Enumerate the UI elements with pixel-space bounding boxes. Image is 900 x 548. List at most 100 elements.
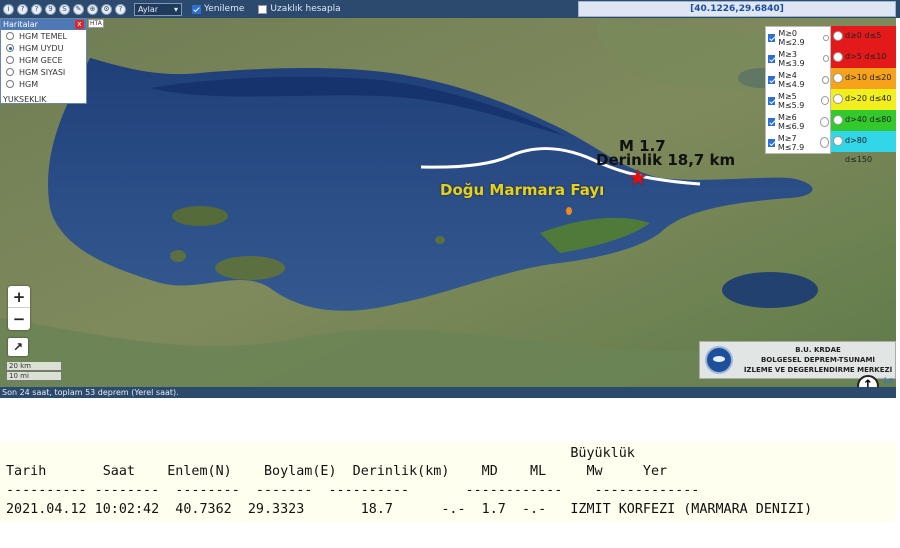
period-select[interactable]: Aylar ▾	[134, 2, 182, 16]
layers-tag: HTA	[88, 19, 104, 28]
magnitude-filter-checkbox[interactable]	[768, 96, 776, 105]
help-icon[interactable]: ?	[115, 3, 126, 15]
info-icon[interactable]: i	[3, 3, 14, 15]
distance-calc-checkbox[interactable]	[258, 4, 268, 14]
magnitude-filter-label: M≥0 M≤2.9	[778, 28, 805, 47]
magnitude-filter-checkbox[interactable]	[768, 75, 776, 84]
quake-depth-label: Derinlik 18,7 km	[596, 151, 736, 169]
map-scale: 20 km 10 mi	[6, 362, 62, 382]
magnitude-filter-row[interactable]: M≥6 M≤6.9	[766, 111, 830, 132]
magnitude-circle-icon	[820, 116, 829, 127]
depth-legend-row: d>10 d≤20	[831, 68, 896, 89]
magnitude-filter-row[interactable]: M≥3 M≤3.9	[766, 48, 830, 69]
close-icon[interactable]: x	[75, 20, 84, 29]
depth-circle-icon	[833, 136, 843, 146]
layer-option[interactable]: HGM UYDU	[1, 42, 86, 54]
help-icon[interactable]: ?	[17, 3, 28, 15]
layer-option-label: HGM SIYASI	[19, 67, 66, 77]
top-toolbar: i?? 9 S ✎ ⊕ ⚙? Aylar ▾ Yenileme Uzaklık hesap…	[0, 0, 900, 18]
layer-radio[interactable]	[6, 32, 14, 40]
magnitude-filter-row[interactable]: M≥0 M≤2.9	[766, 27, 830, 48]
layer-option[interactable]: HGM	[1, 78, 86, 90]
layers-panel-title: Haritalar	[3, 20, 38, 29]
table-row[interactable]: 2021.04.12 10:02:42 40.7362 29.3323 18.7…	[6, 501, 812, 519]
depth-circle-icon	[833, 94, 843, 104]
map-layers-panel: Haritalar x HTA HGM TEMEL HGM UYDU HGM GEC…	[0, 18, 104, 104]
layer-option-label: HGM UYDU	[19, 43, 64, 53]
depth-legend-row: d>80 d≤150	[831, 131, 896, 164]
depth-legend-label: d>40 d≤80	[845, 115, 892, 124]
globe-icon[interactable]: ⊕	[87, 3, 98, 15]
depth-circle-icon	[833, 31, 843, 41]
depth-legend: d≥0 d≤5 d>5 d≤10 d>10 d≤20 d>20 d≤40 d>40 d≤…	[831, 26, 896, 164]
layer-option[interactable]: HGM SIYASI	[1, 66, 86, 78]
table-separator-row: ---------- -------- -------- ------- ---…	[6, 483, 700, 498]
zoom-out-button[interactable]: −	[8, 308, 30, 330]
distance-calc-toggle[interactable]: Uzaklık hesapla	[258, 4, 341, 14]
layer-option-label: HGM GECE	[19, 55, 63, 65]
magnitude-filter-checkbox[interactable]	[768, 54, 776, 63]
map-canvas[interactable]: Haritalar x HTA HGM TEMEL HGM UYDU HGM GEC…	[0, 18, 896, 397]
magnitude-filter-row[interactable]: M≥7 M≤7.9	[766, 132, 830, 153]
layer-list: HGM TEMEL HGM UYDU HGM GECE HGM SIYASI HGM	[1, 30, 86, 90]
earthquake-table: Büyüklük Tarih Saat Enlem(N) Boylam(E) D…	[0, 442, 896, 522]
magnitude-filter-checkbox[interactable]	[768, 33, 776, 42]
layer-option-label: HGM	[19, 79, 39, 89]
layer-radio[interactable]	[6, 56, 14, 64]
auto-refresh-toggle[interactable]: Yenileme	[192, 4, 244, 14]
magnitude-circle-icon	[819, 137, 829, 148]
depth-legend-label: d>20 d≤40	[845, 94, 892, 103]
magnitude-circle-icon	[823, 34, 829, 41]
org-line-1: B.Ü. KRDAE	[795, 346, 841, 354]
layer-radio[interactable]	[6, 68, 14, 76]
magnitude-filter-label: M≥7 M≤7.9	[777, 133, 805, 152]
magnitude-filter-row[interactable]: M≥5 M≤5.9	[766, 90, 830, 111]
settings-icon[interactable]: ⚙	[101, 3, 112, 15]
zoom-in-button[interactable]: +	[8, 286, 30, 308]
earthquake-star-icon[interactable]: ★	[628, 168, 648, 190]
scale-mi: 10 mi	[6, 372, 62, 381]
map-icon[interactable]: ✎	[73, 3, 84, 15]
help-icon[interactable]: ?	[31, 3, 42, 15]
layer-radio[interactable]	[6, 44, 14, 52]
layer-option-label: HGM TEMEL	[19, 31, 68, 41]
magnitude-circle-icon	[822, 55, 829, 62]
attribution-link[interactable]: Le	[884, 376, 893, 385]
depth-circle-icon	[833, 73, 843, 83]
earthquake-map-app: i?? 9 S ✎ ⊕ ⚙? Aylar ▾ Yenileme Uzaklık hesap…	[0, 0, 900, 548]
magnitude-filter-label: M≥4 M≤4.9	[778, 70, 805, 89]
magnitude-filter-checkbox[interactable]	[768, 117, 775, 126]
depth-legend-label: d>10 d≤20	[845, 73, 892, 82]
table-header-row: Tarih Saat Enlem(N) Boylam(E) Derinlik(k…	[6, 464, 668, 479]
list-icon[interactable]: 9	[45, 3, 56, 15]
kandilli-logo-icon	[705, 346, 733, 374]
auto-refresh-checkbox[interactable]	[192, 4, 201, 14]
zoom-control: + −	[8, 286, 30, 330]
depth-legend-row: d>5 d≤10	[831, 47, 896, 68]
layer-radio[interactable]	[6, 80, 14, 88]
magnitude-filter-label: M≥3 M≤3.9	[778, 49, 805, 68]
depth-legend-row: d>20 d≤40	[831, 89, 896, 110]
cursor-coordinates: [40.1226,29.6840]	[578, 1, 896, 17]
magnitude-filter-row[interactable]: M≥4 M≤4.9	[766, 69, 830, 90]
layers-panel-header: Haritalar x	[1, 19, 86, 30]
magnitude-legend: M≥0 M≤2.9 M≥3 M≤3.9 M≥4 M≤4.9 M≥5 M≤5.9 M≥6 …	[765, 26, 831, 154]
depth-legend-row: d>40 d≤80	[831, 110, 896, 131]
fullscreen-button[interactable]: ↗	[8, 338, 28, 356]
layer-option[interactable]: HGM TEMEL	[1, 30, 86, 42]
magnitude-filter-label: M≥6 M≤6.9	[777, 112, 805, 131]
chevron-down-icon: ▾	[173, 4, 178, 14]
depth-legend-label: d>80 d≤150	[845, 136, 873, 164]
org-line-2: BÖLGESEL DEPREM-TSUNAMİ	[760, 356, 876, 364]
magnitude-filter-label: M≥5 M≤5.9	[778, 91, 805, 110]
magnitude-circle-icon	[821, 96, 829, 105]
distance-calc-label: Uzaklık hesapla	[270, 4, 341, 14]
depth-circle-icon	[833, 115, 843, 125]
status-bar: Son 24 saat, toplam 53 deprem (Yerel saa…	[0, 387, 896, 398]
toolbar-icon-group: i?? 9 S ✎ ⊕ ⚙?	[0, 3, 126, 15]
layer-extra-label: YUKSEKLIK	[3, 95, 47, 104]
layer-option[interactable]: HGM GECE	[1, 54, 86, 66]
print-icon[interactable]: S	[59, 3, 70, 15]
magnitude-filter-checkbox[interactable]	[768, 138, 775, 147]
table-header-group: Büyüklük	[6, 446, 635, 461]
